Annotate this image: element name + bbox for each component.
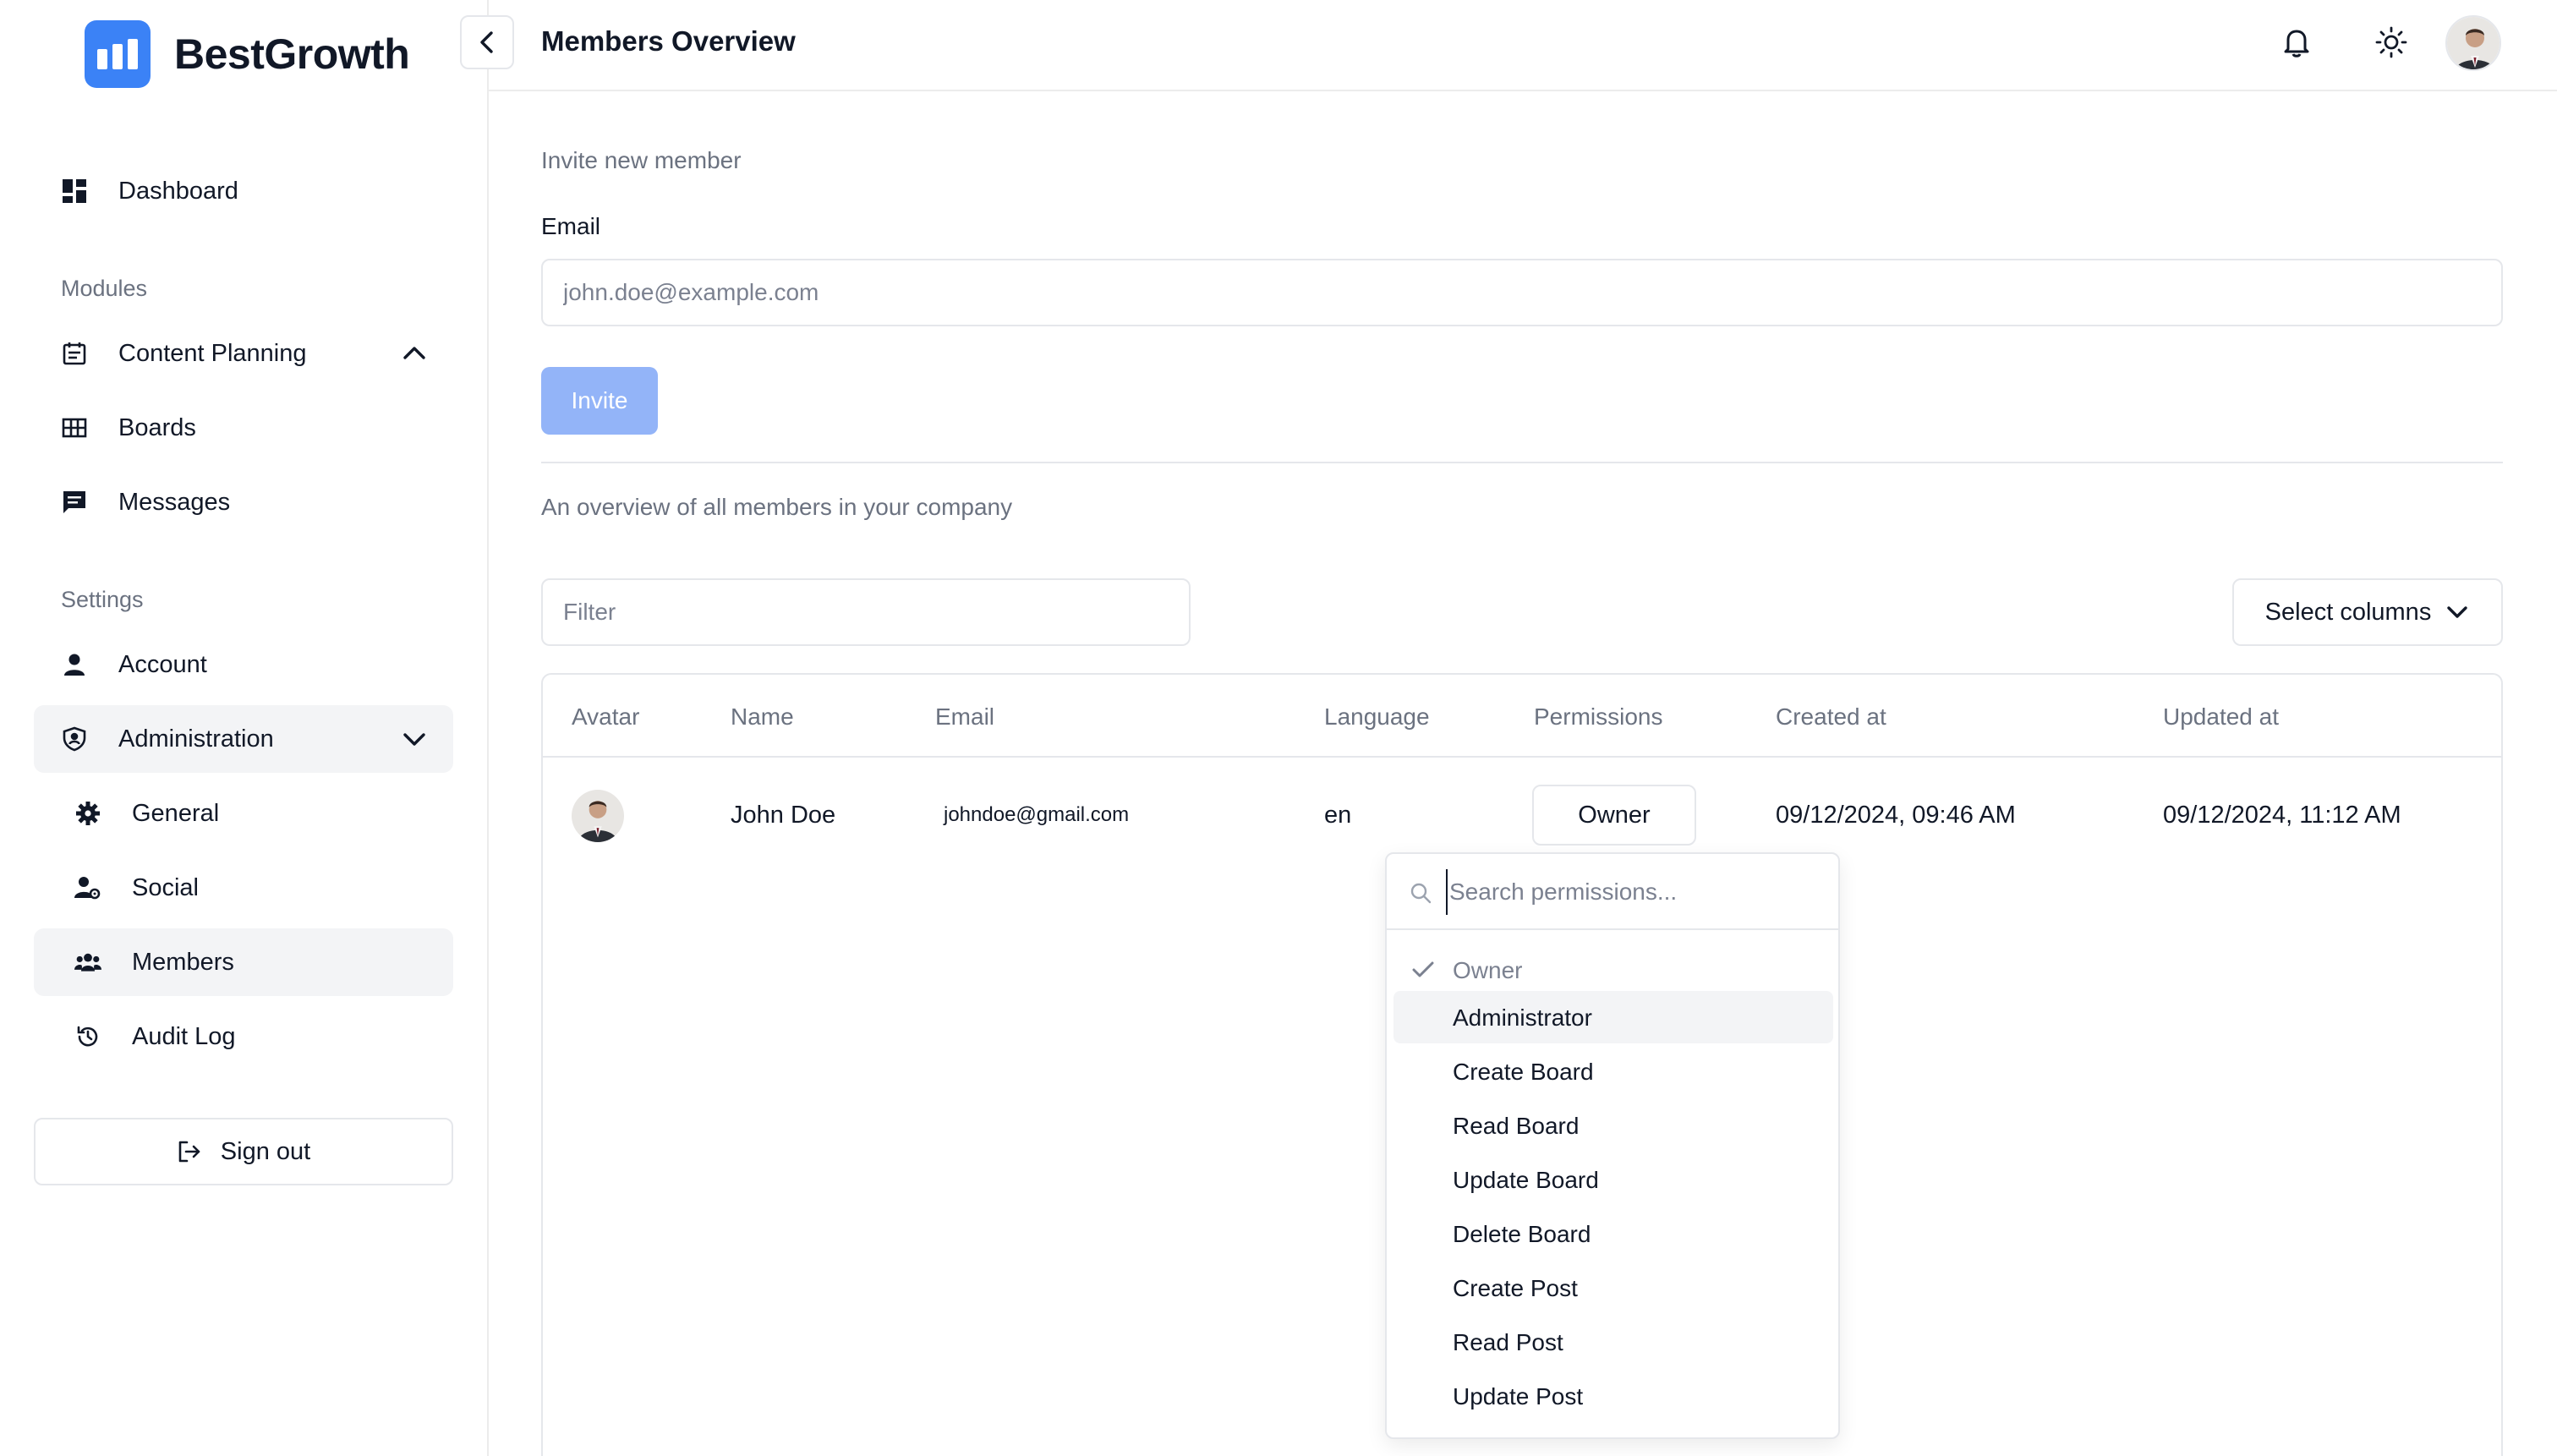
user-gear-icon <box>74 874 101 901</box>
member-updated-at: 09/12/2024, 11:12 AM <box>2163 802 2401 829</box>
permission-option-delete-board[interactable]: Delete Board <box>1393 1207 1833 1260</box>
section-label-modules: Modules <box>61 276 148 301</box>
dashboard-icon <box>61 178 88 205</box>
divider <box>541 462 2503 463</box>
member-language: en <box>1324 802 1352 829</box>
sidebar-item-label: Content Planning <box>118 339 307 367</box>
sidebar-item-label: Boards <box>118 413 196 441</box>
sidebar-item-label: Account <box>118 650 207 678</box>
avatar <box>572 790 624 842</box>
sidebar-item-label: Messages <box>118 488 231 516</box>
column-header-name[interactable]: Name <box>731 703 794 731</box>
member-email: johndoe@gmail.com <box>944 803 1130 826</box>
column-header-email[interactable]: Email <box>935 703 994 731</box>
brand-name: BestGrowth <box>174 30 410 78</box>
permission-value: Owner <box>1578 801 1651 829</box>
sidebar-item-label: General <box>132 799 220 827</box>
invite-heading: Invite new member <box>541 147 742 173</box>
message-icon <box>61 489 88 516</box>
history-icon <box>74 1023 101 1050</box>
sign-out-icon <box>178 1141 200 1163</box>
sidebar-item-label: Dashboard <box>118 177 238 205</box>
member-created-at: 09/12/2024, 09:46 AM <box>1776 802 2016 829</box>
permission-option-create-post[interactable]: Create Post <box>1393 1262 1833 1314</box>
sidebar-item-label: Members <box>132 948 234 976</box>
user-icon <box>61 651 88 678</box>
notifications-button[interactable] <box>2276 22 2317 63</box>
overview-description: An overview of all members in your compa… <box>541 494 1013 520</box>
bell-icon <box>2284 30 2309 57</box>
permission-option-label: Update Post <box>1453 1383 1584 1409</box>
select-columns-label: Select columns <box>2264 598 2432 626</box>
sign-out-label: Sign out <box>220 1137 311 1165</box>
permission-option-label: Update Board <box>1453 1167 1599 1193</box>
permission-option-label: Read Post <box>1453 1329 1563 1355</box>
permission-option-label: Delete Board <box>1453 1221 1591 1247</box>
search-icon <box>1410 883 1432 904</box>
sidebar-item-members[interactable]: Members <box>34 928 453 996</box>
column-header-updated-at[interactable]: Updated at <box>2163 703 2279 731</box>
sidebar-item-boards[interactable]: Boards <box>34 394 453 462</box>
permissions-search-input[interactable] <box>1446 869 1818 915</box>
permission-option-label: Read Board <box>1453 1113 1580 1139</box>
filter-input[interactable] <box>541 578 1191 646</box>
permission-option-label: Create Board <box>1453 1059 1594 1085</box>
sidebar-item-audit-log[interactable]: Audit Log <box>34 1003 453 1070</box>
chevron-left-icon <box>480 31 493 53</box>
page-title: Members Overview <box>541 25 796 57</box>
grid-icon <box>61 414 88 441</box>
sidebar-item-dashboard[interactable]: Dashboard <box>34 157 453 225</box>
sidebar-item-administration[interactable]: Administration <box>34 705 453 773</box>
sidebar-item-label: Social <box>132 873 199 901</box>
permission-option-label: Administrator <box>1453 1004 1592 1031</box>
section-label-settings: Settings <box>61 587 144 612</box>
permissions-dropdown: Owner Administrator Create Board Read Bo… <box>1385 852 1840 1439</box>
permission-option-label: Owner <box>1453 957 1523 983</box>
sidebar: BestGrowth Dashboard Modules Content Pla… <box>0 0 489 1456</box>
sidebar-item-messages[interactable]: Messages <box>34 468 453 536</box>
column-header-language[interactable]: Language <box>1324 703 1430 731</box>
permission-option-label: Create Post <box>1453 1275 1578 1301</box>
users-icon <box>74 949 101 976</box>
sign-out-button[interactable]: Sign out <box>34 1118 453 1185</box>
sidebar-item-label: Administration <box>118 725 274 753</box>
user-avatar[interactable] <box>2445 15 2501 71</box>
column-header-avatar[interactable]: Avatar <box>572 703 639 731</box>
sidebar-item-content-planning[interactable]: Content Planning <box>34 320 453 387</box>
theme-toggle-button[interactable] <box>2371 22 2412 63</box>
brand-logo-icon <box>85 20 151 88</box>
sidebar-item-label: Audit Log <box>132 1022 236 1050</box>
top-bar-bg <box>489 0 2557 91</box>
chevron-up-icon[interactable] <box>401 340 428 367</box>
brand[interactable]: BestGrowth <box>85 20 410 88</box>
permission-option-read-post[interactable]: Read Post <box>1393 1316 1833 1368</box>
column-header-permissions[interactable]: Permissions <box>1534 703 1662 731</box>
shield-icon <box>61 725 88 753</box>
permission-select-button[interactable]: Owner <box>1532 785 1696 846</box>
gear-icon <box>74 800 101 827</box>
sidebar-item-account[interactable]: Account <box>34 631 453 698</box>
permission-option-administrator[interactable]: Administrator <box>1393 991 1833 1043</box>
permission-option-update-board[interactable]: Update Board <box>1393 1153 1833 1206</box>
sidebar-item-social[interactable]: Social <box>34 854 453 922</box>
select-columns-button[interactable]: Select columns <box>2232 578 2503 646</box>
permission-option-update-post[interactable]: Update Post <box>1393 1370 1833 1422</box>
permissions-search <box>1387 854 1838 930</box>
permission-option-read-board[interactable]: Read Board <box>1393 1099 1833 1152</box>
invite-button[interactable]: Invite <box>541 367 658 435</box>
sun-icon <box>2375 26 2407 58</box>
column-header-created-at[interactable]: Created at <box>1776 703 1886 731</box>
permission-option-create-board[interactable]: Create Board <box>1393 1045 1833 1097</box>
calendar-icon <box>61 340 88 367</box>
collapse-sidebar-button[interactable] <box>460 15 514 69</box>
member-name: John Doe <box>731 802 836 829</box>
check-icon <box>1412 961 1434 977</box>
table-header: Avatar Name Email Language Permissions C… <box>543 675 2501 758</box>
permission-option-owner[interactable]: Owner <box>1393 944 1833 996</box>
chevron-down-icon[interactable] <box>401 725 428 753</box>
sidebar-item-general[interactable]: General <box>34 780 453 847</box>
chevron-down-icon <box>2447 606 2468 618</box>
email-label: Email <box>541 213 601 239</box>
email-field[interactable] <box>541 259 2503 326</box>
